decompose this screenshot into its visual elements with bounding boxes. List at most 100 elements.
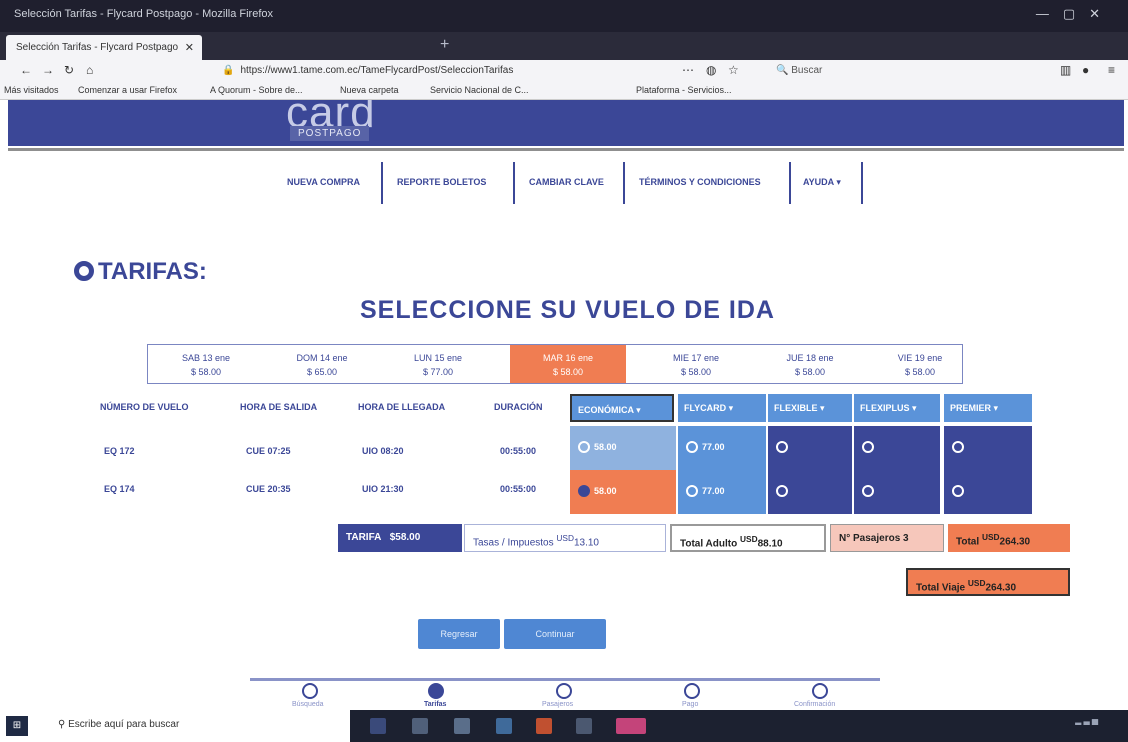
new-tab-icon[interactable]: + xyxy=(440,36,449,54)
pocket-icon[interactable]: ◍ xyxy=(706,63,716,77)
class-premier[interactable]: PREMIER ▾ xyxy=(944,394,1032,422)
windows-start-icon[interactable]: ⊞ xyxy=(6,716,28,736)
step-dot xyxy=(302,683,318,699)
window-titlebar: Selección Tarifas - Flycard Postpago - M… xyxy=(0,0,1128,32)
date-option[interactable]: SAB 13 ene $ 58.00 xyxy=(148,345,264,383)
home-icon[interactable]: ⌂ xyxy=(86,63,93,77)
os-taskbar: ⊞ ⚲ Escribe aquí para buscar ▂ ▃ ▅ xyxy=(0,710,1128,742)
class-economica[interactable]: ECONÓMICA ▾ xyxy=(570,394,674,422)
flight-departure: CUE 07:25 xyxy=(246,446,291,456)
lock-icon: 🔒 xyxy=(222,65,235,76)
account-icon[interactable]: ● xyxy=(1082,63,1089,77)
menu-reporte-boletos[interactable]: REPORTE BOLETOS xyxy=(397,162,486,204)
search-icon: 🔍 xyxy=(776,65,792,76)
fare-cell[interactable] xyxy=(944,426,1032,470)
fare-cell[interactable] xyxy=(768,426,852,470)
task-view-icon[interactable] xyxy=(412,718,428,734)
bookmark-item[interactable]: Más visitados xyxy=(4,85,59,95)
menu-terminos[interactable]: TÉRMINOS Y CONDICIONES xyxy=(639,162,761,204)
date-option[interactable]: LUN 15 ene $ 77.00 xyxy=(380,345,496,383)
navigation-bar: ← → ↻ ⌂ 🔒 https://www1.tame.com.ec/TameFl… xyxy=(0,60,1128,82)
section-title: TARIFAS: xyxy=(74,258,207,286)
file-explorer-icon[interactable] xyxy=(454,718,470,734)
search-input[interactable]: 🔍 Buscar xyxy=(770,62,940,80)
fare-cell[interactable]: 77.00 xyxy=(678,426,766,470)
more-actions-icon[interactable]: ⋯ xyxy=(682,63,694,77)
continue-button[interactable]: Continuar xyxy=(504,619,606,649)
tab-inactive[interactable] xyxy=(206,35,436,60)
radio-checked-icon xyxy=(578,485,590,497)
step-dot xyxy=(684,683,700,699)
forward-icon[interactable]: → xyxy=(42,63,54,77)
header-duration: DURACIÓN xyxy=(494,402,543,412)
radio-icon xyxy=(862,485,874,497)
window-controls[interactable]: —▢✕ xyxy=(1036,6,1114,22)
flight-number: EQ 174 xyxy=(104,484,135,494)
bookmark-item[interactable]: Plataforma - Servicios... xyxy=(636,85,732,95)
date-option[interactable]: MIE 17 ene $ 58.00 xyxy=(638,345,754,383)
bookmark-item[interactable]: Comenzar a usar Firefox xyxy=(78,85,177,95)
flight-arrival: UIO 21:30 xyxy=(362,484,404,494)
back-icon[interactable]: ← xyxy=(20,63,32,77)
menu-ayuda[interactable]: AYUDA ▾ xyxy=(803,162,841,204)
flight-number: EQ 172 xyxy=(104,446,135,456)
class-flycard[interactable]: FLYCARD ▾ xyxy=(678,394,766,422)
radio-icon xyxy=(686,485,698,497)
store-icon[interactable] xyxy=(496,718,512,734)
radio-icon xyxy=(952,441,964,453)
radio-icon xyxy=(776,485,788,497)
search-icon: ⚲ xyxy=(58,719,69,730)
step-dot xyxy=(812,683,828,699)
cortana-icon[interactable] xyxy=(370,718,386,734)
date-option[interactable]: VIE 19 ene $ 58.00 xyxy=(862,345,978,383)
bookmark-item[interactable]: Servicio Nacional de C... xyxy=(430,85,529,95)
page-content: card POSTPAGO NUEVA COMPRA REPORTE BOLET… xyxy=(0,100,1128,710)
fare-cell[interactable] xyxy=(854,426,940,470)
class-flexiplus[interactable]: FLEXIPLUS ▾ xyxy=(854,394,940,422)
summary-passengers: N° Pasajeros 3 xyxy=(830,524,944,552)
bookmark-star-icon[interactable]: ☆ xyxy=(728,63,739,77)
fare-cell[interactable]: 77.00 xyxy=(678,470,766,514)
menu-divider xyxy=(381,162,383,204)
menu-nueva-compra[interactable]: NUEVA COMPRA xyxy=(287,162,360,204)
summary-trip-total: Total Viaje USD264.30 xyxy=(906,568,1070,596)
close-tab-icon[interactable]: ✕ xyxy=(185,41,194,54)
fare-cell[interactable] xyxy=(768,470,852,514)
fare-cell[interactable] xyxy=(854,470,940,514)
flight-arrival: UIO 08:20 xyxy=(362,446,404,456)
menu-divider xyxy=(789,162,791,204)
class-flexible[interactable]: FLEXIBLE ▾ xyxy=(768,394,852,422)
url-text: https://www1.tame.com.ec/TameFlycardPost… xyxy=(240,65,514,76)
flight-departure: CUE 20:35 xyxy=(246,484,291,494)
section-title-text: TARIFAS: xyxy=(98,258,207,285)
menu-divider xyxy=(623,162,625,204)
bookmark-item[interactable]: Nueva carpeta xyxy=(340,85,399,95)
date-option-selected[interactable]: MAR 16 ene $ 58.00 xyxy=(510,345,626,383)
reload-icon[interactable]: ↻ xyxy=(64,63,74,77)
bookmark-item[interactable]: A Quorum - Sobre de... xyxy=(210,85,303,95)
firefox-icon[interactable] xyxy=(536,718,552,734)
fare-cell[interactable]: 58.00 xyxy=(570,426,676,470)
back-button[interactable]: Regresar xyxy=(418,619,500,649)
menu-icon[interactable]: ≡ xyxy=(1108,63,1115,77)
library-icon[interactable]: ▥ xyxy=(1060,63,1071,77)
fare-cell-selected[interactable]: 58.00 xyxy=(570,470,676,514)
date-option[interactable]: DOM 14 ene $ 65.00 xyxy=(264,345,380,383)
system-clock[interactable]: ▂ ▃ ▅ xyxy=(1075,716,1098,736)
step-label: Pago xyxy=(682,701,699,708)
flight-duration: 00:55:00 xyxy=(500,484,537,494)
progress-track xyxy=(250,678,880,681)
step-label: Búsqueda xyxy=(292,701,324,708)
date-option[interactable]: JUE 18 ene $ 58.00 xyxy=(752,345,868,383)
step-dot xyxy=(556,683,572,699)
menu-cambiar-clave[interactable]: CAMBIAR CLAVE xyxy=(529,162,604,204)
taskbar-search[interactable]: ⚲ Escribe aquí para buscar xyxy=(58,719,179,730)
tab-active[interactable]: Selección Tarifas - Flycard Postpago ✕ xyxy=(6,35,202,60)
app-icon[interactable] xyxy=(616,718,646,734)
step-label: Confirmación xyxy=(794,701,836,708)
chrome-icon[interactable] xyxy=(576,718,592,734)
fare-cell[interactable] xyxy=(944,470,1032,514)
step-label-active: Tarifas xyxy=(424,701,447,708)
url-bar[interactable]: 🔒 https://www1.tame.com.ec/TameFlycardPos… xyxy=(216,62,616,80)
header-divider xyxy=(8,148,1124,151)
